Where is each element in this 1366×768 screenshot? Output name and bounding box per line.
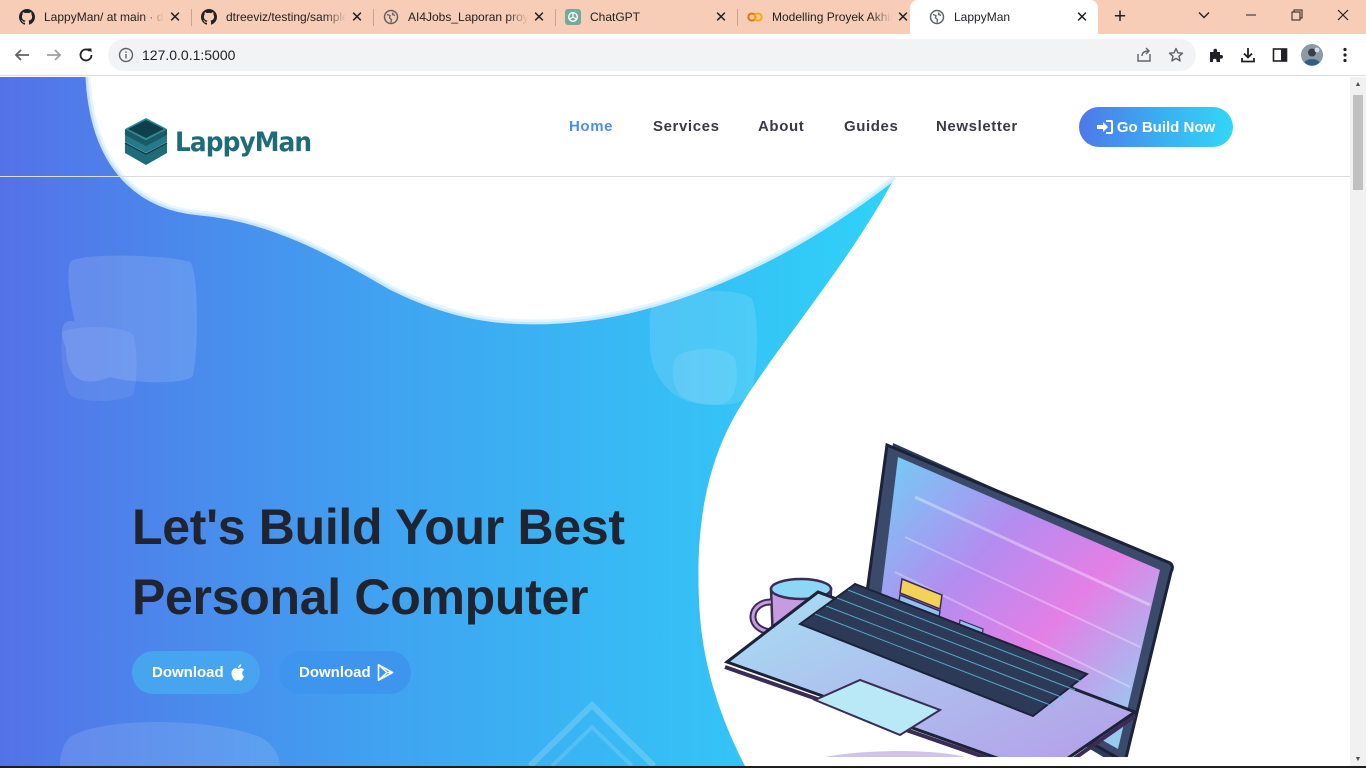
headline-line-1: Let's Build Your Best bbox=[132, 499, 625, 555]
site-logo[interactable]: LappyMan bbox=[123, 117, 323, 167]
browser-tab-strip: LappyMan/ at main · dtreeviz/testing ✕ d… bbox=[0, 0, 1366, 34]
scroll-up-icon[interactable]: ▲ bbox=[1350, 77, 1366, 91]
download-play-label: Download bbox=[299, 664, 371, 681]
nav-services[interactable]: Services bbox=[653, 118, 720, 135]
new-tab-plus-icon[interactable]: + bbox=[1108, 5, 1132, 29]
nav-about[interactable]: About bbox=[758, 118, 804, 135]
browser-tab[interactable]: LappyMan/ at main · dtreeviz/testing ✕ bbox=[0, 0, 191, 34]
sign-in-icon bbox=[1096, 120, 1113, 134]
nav-home[interactable]: Home bbox=[569, 118, 613, 135]
tab-close-icon[interactable]: ✕ bbox=[1071, 8, 1093, 26]
download-icon[interactable] bbox=[1234, 41, 1262, 69]
download-apple-label: Download bbox=[152, 664, 224, 681]
globe-icon bbox=[929, 9, 945, 25]
github-icon bbox=[201, 9, 217, 25]
chatgpt-icon bbox=[565, 9, 581, 25]
page-scrollbar[interactable]: ▲ ▼ bbox=[1350, 77, 1366, 766]
header-divider bbox=[0, 176, 1350, 177]
nav-newsletter[interactable]: Newsletter bbox=[936, 118, 1018, 135]
tab-search-chevron-icon[interactable] bbox=[1181, 0, 1227, 30]
browser-tab[interactable]: AI4Jobs_Laporan proyek ✕ bbox=[364, 0, 555, 34]
browser-tab[interactable]: Modelling Proyek Akhir ✕ bbox=[728, 0, 919, 34]
hero-headline: Let's Build Your Best Personal Computer bbox=[132, 492, 625, 632]
headline-line-2: Personal Computer bbox=[132, 569, 589, 625]
scroll-thumb[interactable] bbox=[1353, 95, 1363, 190]
browser-tab-active[interactable]: LappyMan ✕ bbox=[910, 0, 1098, 34]
github-icon bbox=[19, 9, 35, 25]
reload-icon[interactable] bbox=[72, 41, 100, 69]
share-icon[interactable] bbox=[1134, 45, 1154, 65]
tab-title: ChatGPT bbox=[590, 10, 641, 24]
logo-stack-icon bbox=[124, 118, 168, 165]
side-panel-icon[interactable] bbox=[1266, 41, 1294, 69]
address-bar[interactable]: 127.0.0.1:5000 bbox=[108, 39, 1196, 71]
scroll-down-icon[interactable]: ▼ bbox=[1350, 752, 1366, 766]
extensions-puzzle-icon[interactable] bbox=[1202, 41, 1230, 69]
apple-icon bbox=[231, 664, 244, 681]
back-arrow-icon[interactable] bbox=[8, 41, 36, 69]
minimize-icon[interactable] bbox=[1228, 0, 1274, 30]
tab-title: Modelling Proyek Akhir bbox=[772, 10, 892, 24]
restore-icon[interactable] bbox=[1274, 0, 1320, 30]
site-info-icon[interactable] bbox=[118, 47, 134, 63]
bookmark-star-icon[interactable] bbox=[1166, 45, 1186, 65]
globe-icon bbox=[383, 9, 399, 25]
play-store-icon bbox=[377, 664, 393, 681]
tab-title: LappyMan bbox=[954, 10, 1011, 24]
laptop-illustration bbox=[723, 442, 1174, 757]
tab-title: dtreeviz/testing/samples bbox=[226, 10, 346, 24]
browser-tab[interactable]: ChatGPT ✕ bbox=[546, 0, 737, 34]
forward-arrow-icon[interactable] bbox=[40, 41, 68, 69]
colab-icon bbox=[747, 9, 763, 25]
page-viewport: LappyMan Home Services About Guides News… bbox=[0, 77, 1350, 766]
url-text: 127.0.0.1:5000 bbox=[142, 47, 236, 63]
download-play-button[interactable]: Download bbox=[279, 651, 411, 694]
cta-label: Go Build Now bbox=[1116, 118, 1216, 136]
nav-guides[interactable]: Guides bbox=[844, 118, 898, 135]
browser-toolbar: 127.0.0.1:5000 bbox=[0, 34, 1366, 76]
tab-title: AI4Jobs_Laporan proyek bbox=[408, 10, 528, 24]
browser-tab[interactable]: dtreeviz/testing/samples ✕ bbox=[182, 0, 373, 34]
logo-text: LappyMan bbox=[175, 126, 312, 158]
profile-avatar[interactable] bbox=[1298, 41, 1326, 69]
download-apple-button[interactable]: Download bbox=[132, 651, 260, 694]
tab-title: LappyMan/ at main · dtreeviz/testing bbox=[44, 10, 164, 24]
close-window-icon[interactable] bbox=[1320, 0, 1366, 30]
browser-menu-icon[interactable] bbox=[1331, 41, 1359, 69]
go-build-now-button[interactable]: Go Build Now bbox=[1079, 107, 1233, 147]
